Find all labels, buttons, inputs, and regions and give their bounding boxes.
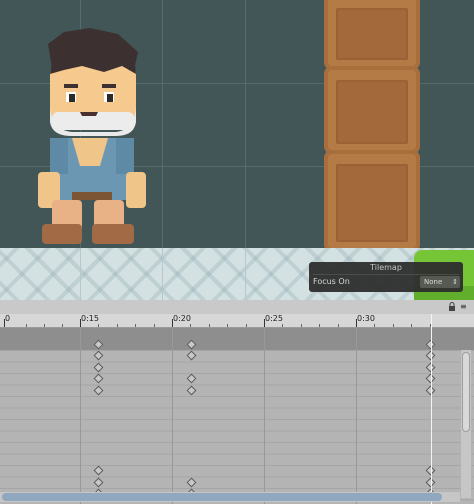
lock-icon[interactable] bbox=[448, 302, 456, 311]
keyframe-tracks[interactable] bbox=[0, 350, 474, 504]
ruler-minor-tick bbox=[62, 324, 63, 327]
ruler-minor-tick bbox=[374, 324, 375, 327]
summary-track[interactable] bbox=[0, 328, 474, 350]
ruler-minor-tick bbox=[135, 324, 136, 327]
menu-icon[interactable]: ≡ bbox=[460, 302, 468, 311]
horizontal-scroll-thumb[interactable] bbox=[2, 493, 442, 501]
ruler-label: 0:25 bbox=[265, 314, 283, 323]
ruler-minor-tick bbox=[319, 324, 320, 327]
time-gridline bbox=[356, 328, 357, 504]
timeline-toolbar: ≡ bbox=[0, 300, 474, 314]
ruler-minor-tick bbox=[301, 324, 302, 327]
ruler-minor-tick bbox=[26, 324, 27, 327]
ruler-minor-tick bbox=[246, 324, 247, 327]
crate-tile[interactable] bbox=[324, 150, 420, 252]
ruler-minor-tick bbox=[411, 324, 412, 327]
crate-tile[interactable] bbox=[324, 0, 420, 70]
scene-view[interactable]: Tilemap Focus On None ⇕ bbox=[0, 0, 474, 300]
grid-line bbox=[162, 0, 163, 250]
ruler-minor-tick bbox=[44, 324, 45, 327]
horizontal-scrollbar[interactable] bbox=[0, 492, 460, 502]
tile-seam bbox=[80, 248, 81, 300]
character-sprite[interactable] bbox=[38, 26, 148, 248]
playhead[interactable] bbox=[431, 314, 432, 504]
vertical-scrollbar[interactable] bbox=[461, 350, 471, 498]
focus-on-label: Focus On bbox=[313, 277, 350, 286]
ruler-label: 0:30 bbox=[357, 314, 375, 323]
ruler-minor-tick bbox=[190, 324, 191, 327]
focus-on-value: None bbox=[424, 278, 443, 286]
time-gridline bbox=[172, 328, 173, 504]
ruler-minor-tick bbox=[282, 324, 283, 327]
time-gridline bbox=[80, 328, 81, 504]
up-down-arrows-icon: ⇕ bbox=[452, 278, 458, 286]
ruler-label: 0:20 bbox=[173, 314, 191, 323]
vertical-scroll-thumb[interactable] bbox=[462, 352, 470, 432]
ruler-minor-tick bbox=[154, 324, 155, 327]
tilemap-overlay-panel: Tilemap Focus On None ⇕ bbox=[309, 262, 463, 292]
divider bbox=[313, 274, 459, 275]
grid-line bbox=[245, 0, 246, 250]
ruler-minor-tick bbox=[227, 324, 228, 327]
tilemap-title: Tilemap bbox=[370, 263, 402, 272]
ruler-minor-tick bbox=[209, 324, 210, 327]
tile-seam bbox=[162, 248, 163, 300]
ruler-label: 0:15 bbox=[81, 314, 99, 323]
ruler-minor-tick bbox=[98, 324, 99, 327]
ruler-minor-tick bbox=[393, 324, 394, 327]
ruler-label-start: 0 bbox=[5, 314, 11, 323]
animation-timeline[interactable]: ≡ 0 0:15 0:20 0:25 0:30 bbox=[0, 300, 474, 504]
tile-seam bbox=[245, 248, 246, 300]
time-ruler[interactable]: 0 0:15 0:20 0:25 0:30 bbox=[0, 314, 474, 328]
time-gridline bbox=[264, 328, 265, 504]
focus-on-dropdown[interactable]: None ⇕ bbox=[420, 276, 460, 288]
ruler-minor-tick bbox=[338, 324, 339, 327]
ruler-minor-tick bbox=[117, 324, 118, 327]
crate-tile[interactable] bbox=[324, 66, 420, 154]
